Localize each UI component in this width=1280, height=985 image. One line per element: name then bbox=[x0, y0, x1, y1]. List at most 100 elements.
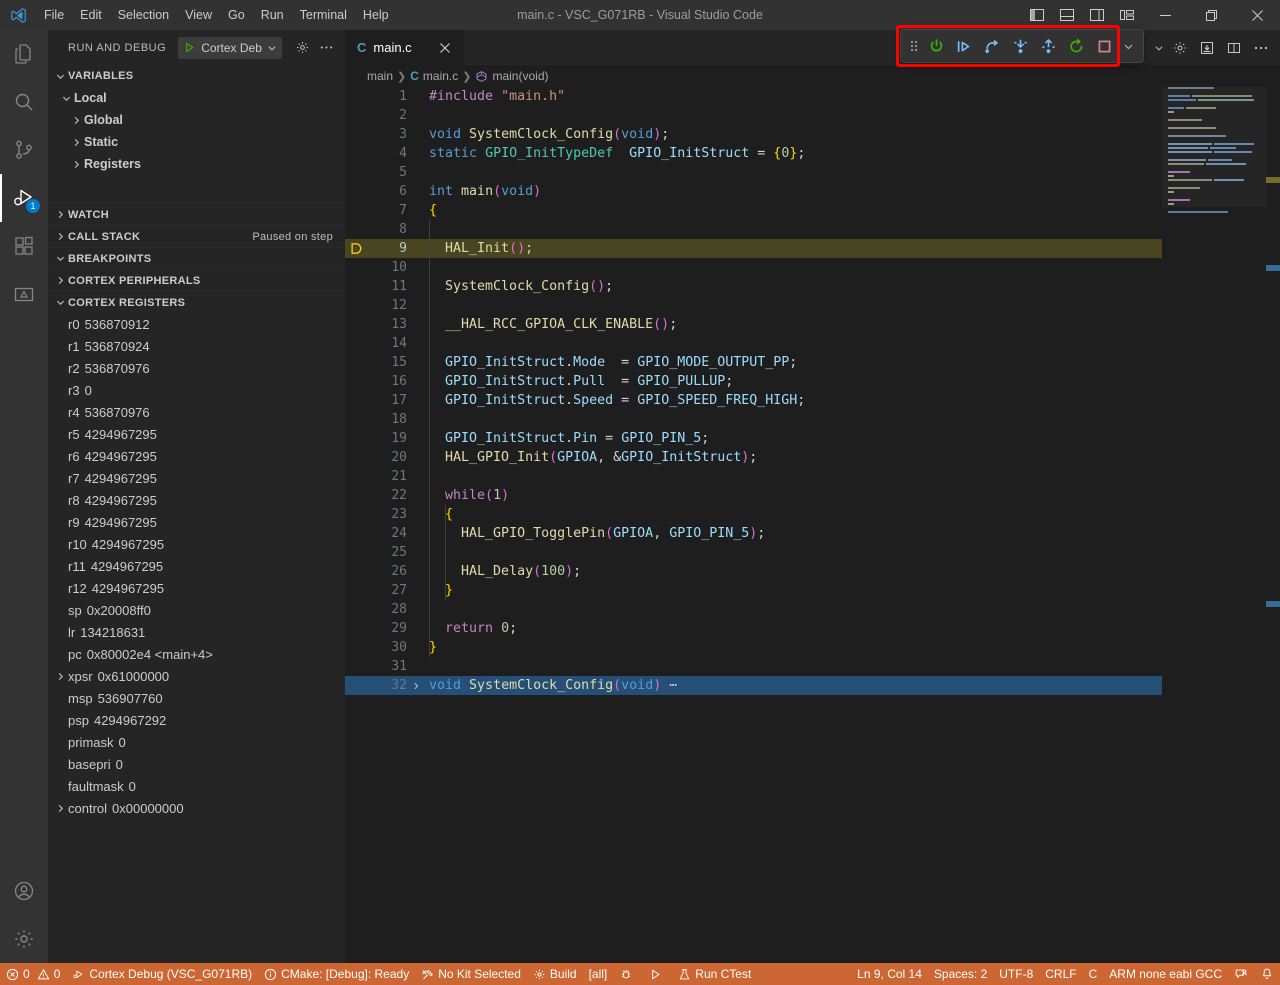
sidebar-more-icon[interactable] bbox=[315, 37, 337, 59]
code-line[interactable]: 31 bbox=[345, 657, 1280, 676]
status-problems[interactable]: 0 0 bbox=[0, 963, 66, 985]
status-eol[interactable]: CRLF bbox=[1039, 963, 1082, 985]
pane-header-variables[interactable]: VARIABLES bbox=[48, 65, 345, 87]
editor-gear-icon[interactable] bbox=[1167, 35, 1193, 61]
fold-indicator[interactable] bbox=[407, 372, 425, 391]
fold-indicator[interactable] bbox=[407, 315, 425, 334]
breakpoint-gutter[interactable] bbox=[345, 106, 367, 125]
code-line[interactable]: 4 static GPIO_InitTypeDef GPIO_InitStruct… bbox=[345, 144, 1280, 163]
fold-indicator[interactable] bbox=[407, 239, 425, 258]
menu-go[interactable]: Go bbox=[220, 4, 253, 26]
fold-indicator[interactable] bbox=[407, 524, 425, 543]
launch-configuration-dropdown[interactable]: Cortex Deb bbox=[178, 36, 282, 59]
activity-testing-icon[interactable] bbox=[0, 270, 48, 318]
run-debug-chevron-down-icon[interactable] bbox=[1152, 35, 1166, 61]
menu-help[interactable]: Help bbox=[355, 4, 397, 26]
code-line[interactable]: 23 { bbox=[345, 505, 1280, 524]
code-line[interactable]: 13 __HAL_RCC_GPIOA_CLK_ENABLE(); bbox=[345, 315, 1280, 334]
status-cursor-position[interactable]: Ln 9, Col 14 bbox=[851, 963, 928, 985]
pane-header-callstack[interactable]: CALL STACK Paused on step bbox=[48, 225, 345, 247]
code-line[interactable]: 16 GPIO_InitStruct.Pull = GPIO_PULLUP; bbox=[345, 372, 1280, 391]
breakpoint-gutter[interactable] bbox=[345, 410, 367, 429]
breakpoint-gutter[interactable] bbox=[345, 315, 367, 334]
code-line[interactable]: 26 HAL_Delay(100); bbox=[345, 562, 1280, 581]
fold-indicator[interactable] bbox=[407, 258, 425, 277]
editor-more-actions-icon[interactable] bbox=[1248, 35, 1274, 61]
register-row[interactable]: r12 4294967295 bbox=[48, 577, 345, 599]
code-editor[interactable]: 1 #include "main.h" 2 3 void SystemClock_Con… bbox=[345, 87, 1280, 963]
breadcrumb-symbol[interactable]: main(void) bbox=[475, 69, 548, 83]
breakpoint-gutter[interactable] bbox=[345, 391, 367, 410]
activity-source-control-icon[interactable] bbox=[0, 126, 48, 174]
debug-step-into-button[interactable] bbox=[1007, 33, 1033, 59]
toggle-panel-icon[interactable] bbox=[1052, 0, 1082, 30]
register-row[interactable]: r3 0 bbox=[48, 379, 345, 401]
register-row[interactable]: sp 0x20008ff0 bbox=[48, 599, 345, 621]
fold-indicator[interactable] bbox=[407, 277, 425, 296]
fold-indicator[interactable] bbox=[407, 638, 425, 657]
register-row[interactable]: xpsr 0x61000000 bbox=[48, 665, 345, 687]
activity-search-icon[interactable] bbox=[0, 78, 48, 126]
breakpoint-gutter[interactable] bbox=[345, 638, 367, 657]
fold-indicator[interactable] bbox=[407, 182, 425, 201]
execution-pointer-icon[interactable] bbox=[345, 239, 367, 258]
fold-indicator[interactable] bbox=[407, 429, 425, 448]
menu-run[interactable]: Run bbox=[253, 4, 292, 26]
code-line[interactable]: 8 bbox=[345, 220, 1280, 239]
status-feedback-icon[interactable] bbox=[1228, 963, 1254, 985]
fold-indicator[interactable] bbox=[407, 391, 425, 410]
debug-step-over-button[interactable] bbox=[951, 33, 977, 59]
register-row[interactable]: basepri 0 bbox=[48, 753, 345, 775]
fold-indicator[interactable] bbox=[407, 543, 425, 562]
status-cmake-debug-target[interactable] bbox=[613, 963, 643, 985]
code-line[interactable]: 12 bbox=[345, 296, 1280, 315]
register-row[interactable]: r8 4294967295 bbox=[48, 489, 345, 511]
debug-more-chevron-down-icon[interactable] bbox=[1119, 33, 1137, 59]
register-row[interactable]: psp 4294967292 bbox=[48, 709, 345, 731]
toggle-secondary-sidebar-icon[interactable] bbox=[1082, 0, 1112, 30]
fold-indicator[interactable] bbox=[407, 676, 425, 695]
register-row[interactable]: faultmask 0 bbox=[48, 775, 345, 797]
fold-indicator[interactable] bbox=[407, 410, 425, 429]
maximize-button[interactable] bbox=[1188, 0, 1234, 30]
close-button[interactable] bbox=[1234, 0, 1280, 30]
fold-indicator[interactable] bbox=[407, 220, 425, 239]
breakpoint-gutter[interactable] bbox=[345, 353, 367, 372]
breakpoint-gutter[interactable] bbox=[345, 201, 367, 220]
debug-step-out-button[interactable] bbox=[1035, 33, 1061, 59]
menu-terminal[interactable]: Terminal bbox=[292, 4, 355, 26]
register-row[interactable]: msp 536907760 bbox=[48, 687, 345, 709]
breakpoint-gutter[interactable] bbox=[345, 429, 367, 448]
status-debug-session[interactable]: Cortex Debug (VSC_G071RB) bbox=[66, 963, 258, 985]
variable-scope-static[interactable]: Static bbox=[48, 131, 345, 153]
code-line[interactable]: 25 bbox=[345, 543, 1280, 562]
fold-indicator[interactable] bbox=[407, 486, 425, 505]
fold-indicator[interactable] bbox=[407, 505, 425, 524]
register-row[interactable]: primask 0 bbox=[48, 731, 345, 753]
breakpoint-gutter[interactable] bbox=[345, 486, 367, 505]
split-editor-icon[interactable] bbox=[1221, 35, 1247, 61]
activity-extensions-icon[interactable] bbox=[0, 222, 48, 270]
register-row[interactable]: r6 4294967295 bbox=[48, 445, 345, 467]
code-line[interactable]: 3 void SystemClock_Config(void); bbox=[345, 125, 1280, 144]
activity-explorer-icon[interactable] bbox=[0, 30, 48, 78]
fold-indicator[interactable] bbox=[407, 581, 425, 600]
code-line[interactable]: 29 return 0; bbox=[345, 619, 1280, 638]
fold-indicator[interactable] bbox=[407, 657, 425, 676]
breakpoint-gutter[interactable] bbox=[345, 581, 367, 600]
activity-settings-gear-icon[interactable] bbox=[0, 915, 48, 963]
code-line[interactable]: 30} bbox=[345, 638, 1280, 657]
register-row[interactable]: r10 4294967295 bbox=[48, 533, 345, 555]
pane-header-breakpoints[interactable]: BREAKPOINTS bbox=[48, 247, 345, 269]
code-line[interactable]: 20 HAL_GPIO_Init(GPIOA, &GPIO_InitStruct… bbox=[345, 448, 1280, 467]
menu-view[interactable]: View bbox=[177, 4, 220, 26]
breakpoint-gutter[interactable] bbox=[345, 258, 367, 277]
fold-indicator[interactable] bbox=[407, 562, 425, 581]
breakpoint-gutter[interactable] bbox=[345, 372, 367, 391]
status-notifications-bell-icon[interactable] bbox=[1254, 963, 1280, 985]
code-line[interactable]: 5 bbox=[345, 163, 1280, 182]
code-line[interactable]: 21 bbox=[345, 467, 1280, 486]
minimize-button[interactable] bbox=[1142, 0, 1188, 30]
breakpoint-gutter[interactable] bbox=[345, 524, 367, 543]
minimap-slider[interactable] bbox=[1162, 87, 1266, 207]
